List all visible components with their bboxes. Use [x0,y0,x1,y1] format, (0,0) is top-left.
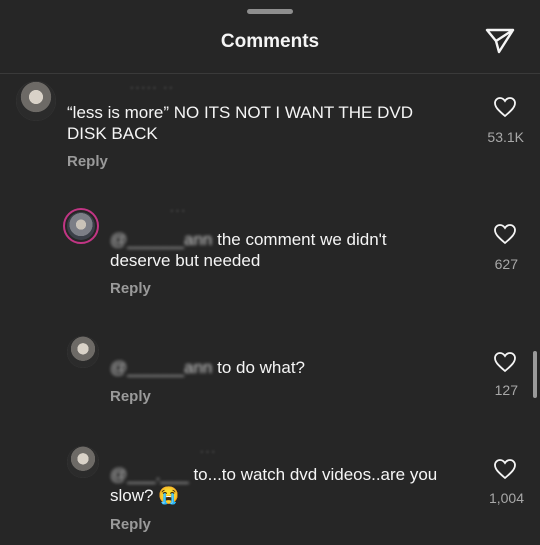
reply-button[interactable]: Reply [110,516,151,533]
comment-text: @______ann to do what? [110,357,450,378]
username[interactable]: ··· [200,446,217,458]
comment-text: “less is more” NO ITS NOT I WANT THE DVD… [67,103,414,143]
mention-link[interactable]: @______ann [110,358,212,377]
heart-outline-icon[interactable] [493,458,517,480]
comment-item: ··· @___.___ to...to watch dvd videos..a… [0,440,540,540]
mention-link[interactable]: @______ann [110,230,212,249]
heart-outline-icon[interactable] [493,223,517,245]
comment-item: @______ann to do what? Reply 127 [0,330,540,420]
like-count: 1,004 [488,490,524,506]
reply-button[interactable]: Reply [110,388,151,405]
avatar[interactable] [63,208,99,244]
like-count: 627 [494,256,518,272]
comments-header: Comments [0,0,540,74]
username[interactable]: ····· ·· [130,82,175,94]
mention-link[interactable]: @___.___ [110,465,189,484]
avatar[interactable] [16,81,56,121]
reply-button[interactable]: Reply [110,280,151,297]
username[interactable]: ··· [170,205,187,217]
reply-button[interactable]: Reply [67,153,108,170]
comment-body: to do what? [217,358,305,377]
heart-outline-icon[interactable] [493,96,517,118]
like-count: 53.1K [487,129,524,145]
crying-emoji: 😭 [158,486,180,505]
send-icon[interactable] [484,27,516,55]
like-count: 127 [494,382,518,398]
avatar[interactable] [67,446,99,478]
comment-item: ····· ·· “less is more” NO ITS NOT I WAN… [0,74,540,184]
heart-outline-icon[interactable] [493,351,517,373]
scrollbar[interactable] [533,351,537,398]
comment-text: @___.___ to...to watch dvd videos..are y… [110,464,470,506]
avatar[interactable] [67,336,99,368]
comment-item: ··· @______ann the comment we didn't des… [0,200,540,310]
page-title: Comments [220,31,320,52]
comment-text: @______ann the comment we didn't deserve… [110,229,450,271]
